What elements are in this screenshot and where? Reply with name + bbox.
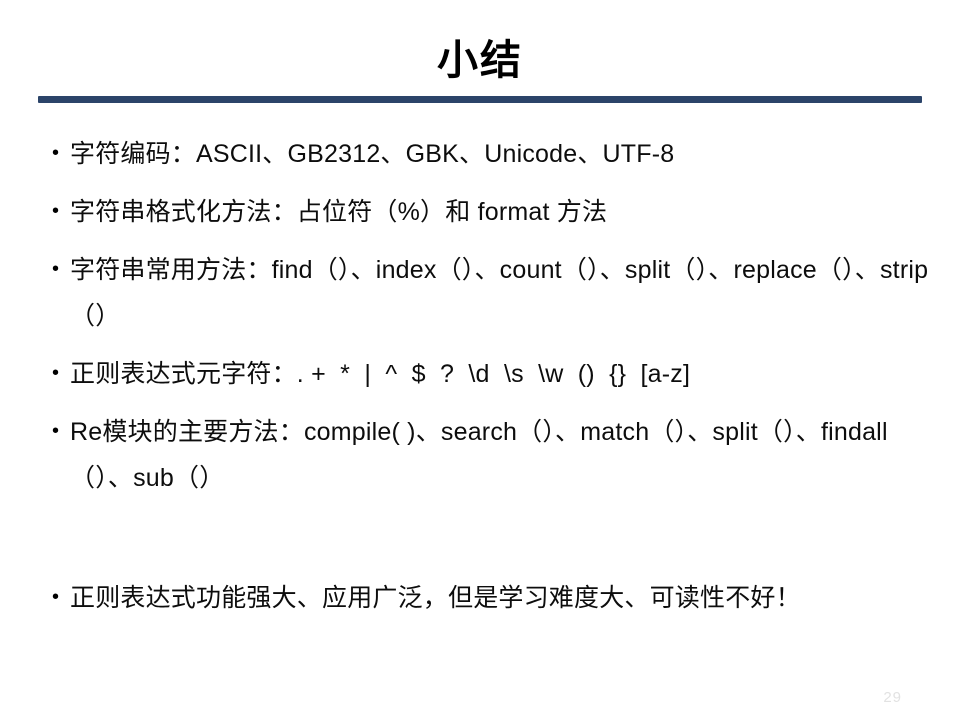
bullet-dot-icon xyxy=(52,189,70,221)
list-item-label: 字符串格式化方法：占位符（%）和 format 方法 xyxy=(70,198,608,226)
list-item: 字符编码：ASCII、GB2312、GBK、Unicode、UTF-8 xyxy=(52,131,942,177)
bullet-dot-icon xyxy=(52,131,70,163)
list-item: 正则表达式元字符：. + * | ^ $ ? \d \s \w () {} [a… xyxy=(52,351,942,397)
bullet-list: 字符编码：ASCII、GB2312、GBK、Unicode、UTF-8 字符串格… xyxy=(52,131,942,621)
list-item: 字符串格式化方法：占位符（%）和 format 方法 xyxy=(52,189,942,235)
bullet-dot-icon xyxy=(52,409,70,441)
list-item-label: 字符编码：ASCII、GB2312、GBK、Unicode、UTF-8 xyxy=(70,140,675,168)
list-item-label: 字符串常用方法：find（）、index（）、count（）、split（）、r… xyxy=(70,256,929,330)
slide-root: 小结 字符编码：ASCII、GB2312、GBK、Unicode、UTF-8 字… xyxy=(0,0,960,720)
page-title: 小结 xyxy=(437,37,523,83)
list-item: 正则表达式功能强大、应用广泛，但是学习难度大、可读性不好！ xyxy=(52,575,942,621)
bullet-dot-icon xyxy=(52,351,70,383)
title-divider-rule xyxy=(38,96,922,103)
list-item-label: Re模块的主要方法：compile( )、search（）、match（）、sp… xyxy=(70,418,888,492)
page-number: 29 xyxy=(883,689,902,706)
list-item: 字符串常用方法：find（）、index（）、count（）、split（）、r… xyxy=(52,247,942,339)
bullet-dot-icon xyxy=(52,575,70,607)
bullet-dot-icon xyxy=(52,247,70,279)
list-item: Re模块的主要方法：compile( )、search（）、match（）、sp… xyxy=(52,409,942,501)
list-item-label: 正则表达式功能强大、应用广泛，但是学习难度大、可读性不好！ xyxy=(70,584,801,612)
list-item-label: 正则表达式元字符：. + * | ^ $ ? \d \s \w () {} [a… xyxy=(70,360,691,388)
